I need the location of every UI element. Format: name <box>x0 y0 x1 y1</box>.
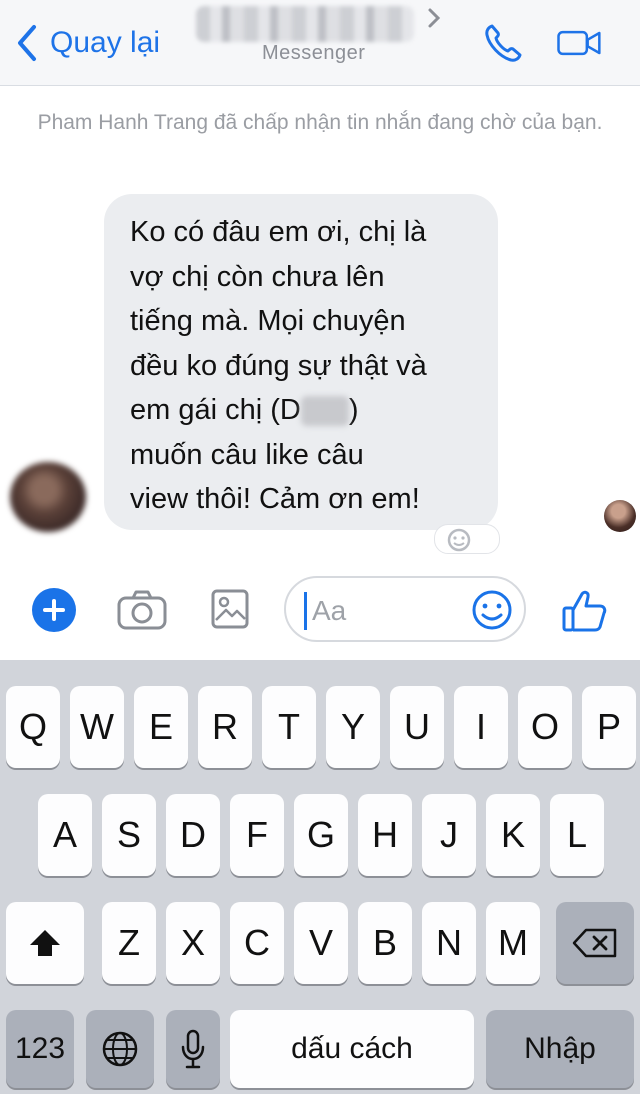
key-a[interactable]: A <box>38 794 92 876</box>
message-line: đều ko đúng sự thật và <box>130 349 427 382</box>
key-z[interactable]: Z <box>102 902 156 984</box>
key-q[interactable]: Q <box>6 686 60 768</box>
image-icon[interactable] <box>210 586 250 632</box>
key-j[interactable]: J <box>422 794 476 876</box>
key-c[interactable]: C <box>230 902 284 984</box>
smiley-icon[interactable] <box>470 588 514 632</box>
text-caret <box>304 592 307 630</box>
key-b[interactable]: B <box>358 902 412 984</box>
key-u[interactable]: U <box>390 686 444 768</box>
key-i[interactable]: I <box>454 686 508 768</box>
plus-icon[interactable] <box>32 588 76 632</box>
camera-icon[interactable] <box>116 588 168 632</box>
smiley-icon <box>447 528 471 552</box>
key-v[interactable]: V <box>294 902 348 984</box>
microphone-icon <box>181 1029 205 1069</box>
sender-avatar[interactable] <box>10 462 86 532</box>
key-r[interactable]: R <box>198 686 252 768</box>
key-x[interactable]: X <box>166 902 220 984</box>
backspace-icon <box>572 928 617 958</box>
globe-icon <box>102 1031 138 1067</box>
key-g[interactable]: G <box>294 794 348 876</box>
key-y[interactable]: Y <box>326 686 380 768</box>
key-s[interactable]: S <box>102 794 156 876</box>
message-text: ) <box>348 394 359 426</box>
message-line: muốn câu like câu <box>130 438 364 471</box>
key-f[interactable]: F <box>230 794 284 876</box>
shift-key[interactable] <box>6 902 84 984</box>
add-reaction-button[interactable] <box>434 524 500 554</box>
message-line: tiếng mà. Mọi chuyện <box>130 305 406 337</box>
microphone-key[interactable] <box>166 1010 220 1088</box>
back-label: Quay lại <box>50 26 161 59</box>
shift-icon <box>30 930 60 956</box>
message-text: em gái chị (D <box>130 394 301 426</box>
message-line: em gái chị (D) <box>130 388 472 433</box>
key-o[interactable]: O <box>518 686 572 768</box>
key-d[interactable]: D <box>166 794 220 876</box>
key-h[interactable]: H <box>358 794 412 876</box>
message-composer: Aa <box>0 568 640 660</box>
seen-avatar <box>604 500 636 532</box>
key-m[interactable]: M <box>486 902 540 984</box>
chevron-left-icon <box>18 25 36 61</box>
key-e[interactable]: E <box>134 686 188 768</box>
keyboard: Q W E R T Y U I O P A S D F G H J K L Z … <box>0 660 640 1094</box>
message-line: view thôi! Cảm ơn em! <box>130 483 420 515</box>
numbers-key[interactable]: 123 <box>6 1010 74 1088</box>
message-line: vợ chị còn chưa lên <box>130 260 385 293</box>
key-k[interactable]: K <box>486 794 540 876</box>
space-key[interactable]: dấu cách <box>230 1010 474 1088</box>
key-t[interactable]: T <box>262 686 316 768</box>
return-key[interactable]: Nhập <box>486 1010 634 1088</box>
key-l[interactable]: L <box>550 794 604 876</box>
key-n[interactable]: N <box>422 902 476 984</box>
contact-name-redacted[interactable] <box>196 6 414 42</box>
redacted-name <box>300 396 349 427</box>
video-camera-icon[interactable] <box>556 20 606 66</box>
message-line: Ko có đâu em ơi, chị là <box>130 216 427 248</box>
thumbs-up-icon[interactable] <box>560 586 610 636</box>
globe-key[interactable] <box>86 1010 154 1088</box>
message-input-placeholder: Aa <box>312 595 347 626</box>
message-input[interactable]: Aa <box>284 576 526 642</box>
phone-icon[interactable] <box>480 20 530 66</box>
header-subtitle: Messenger <box>262 42 366 64</box>
key-p[interactable]: P <box>582 686 636 768</box>
back-button[interactable]: Quay lại <box>14 18 160 68</box>
request-accepted-notice: Pham Hanh Trang đã chấp nhận tin nhắn đa… <box>37 111 603 134</box>
backspace-key[interactable] <box>556 902 634 984</box>
chevron-right-icon[interactable] <box>424 6 444 30</box>
message-bubble[interactable]: Ko có đâu em ơi, chị là vợ chị còn chưa … <box>104 194 498 530</box>
key-w[interactable]: W <box>70 686 124 768</box>
conversation-header: Quay lại Messenger <box>0 0 640 86</box>
